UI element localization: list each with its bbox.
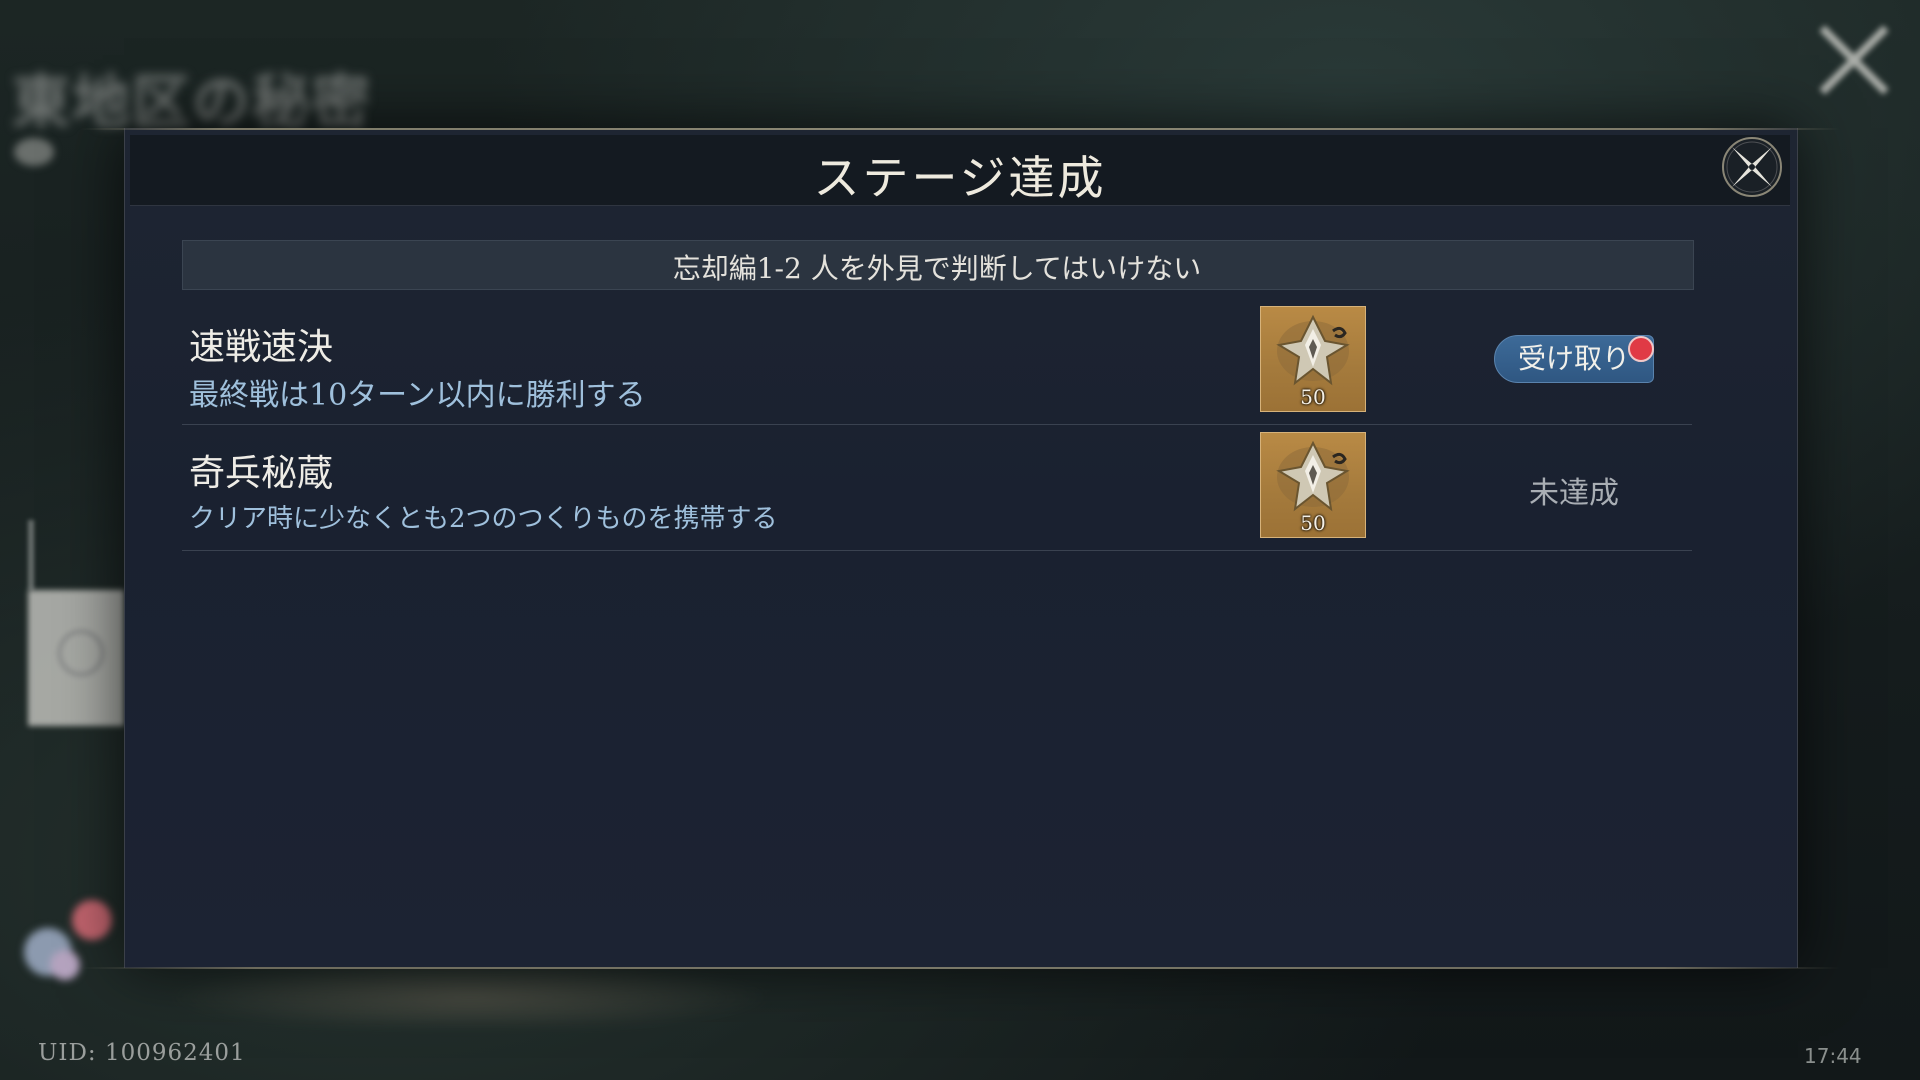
achievement-row: 奇兵秘蔵 クリア時に少なくとも2つのつくりものを携帯する 50 未達成	[182, 426, 1692, 551]
clock: 17:44	[1804, 1044, 1862, 1068]
reward-count: 50	[1300, 511, 1326, 535]
achievement-name: 速戦速決	[189, 327, 334, 368]
background-card	[28, 590, 124, 726]
stage-name: 忘却編1-2 人を外見で判断してはいけない	[672, 252, 1202, 285]
crystal-emblem-icon	[1276, 314, 1350, 386]
modal-frame-bottom	[80, 967, 1840, 969]
close-icon	[1722, 137, 1782, 197]
achievement-row: 速戦速決 最終戦は10ターン以内に勝利する 50 受け取り	[182, 300, 1692, 425]
background-stage-title: 東地区の秘密	[12, 68, 373, 136]
status-label: 未達成	[1529, 476, 1619, 511]
modal-frame-top	[80, 128, 1840, 130]
background-close-icon	[1810, 15, 1900, 105]
user-id: UID: 100962401	[38, 1040, 246, 1066]
modal-title: ステージ達成	[813, 151, 1107, 205]
reward-item[interactable]: 50	[1260, 306, 1366, 412]
reward-count: 50	[1300, 385, 1326, 409]
achievement-description: クリア時に少なくとも2つのつくりものを携帯する	[189, 504, 778, 534]
notification-badge	[1628, 336, 1654, 362]
close-button[interactable]	[1720, 135, 1784, 199]
crystal-emblem-icon	[1276, 440, 1350, 512]
reward-item[interactable]: 50	[1260, 432, 1366, 538]
achievement-name: 奇兵秘蔵	[189, 453, 334, 494]
background-divider	[28, 520, 34, 590]
achievement-description: 最終戦は10ターン以内に勝利する	[189, 378, 646, 413]
